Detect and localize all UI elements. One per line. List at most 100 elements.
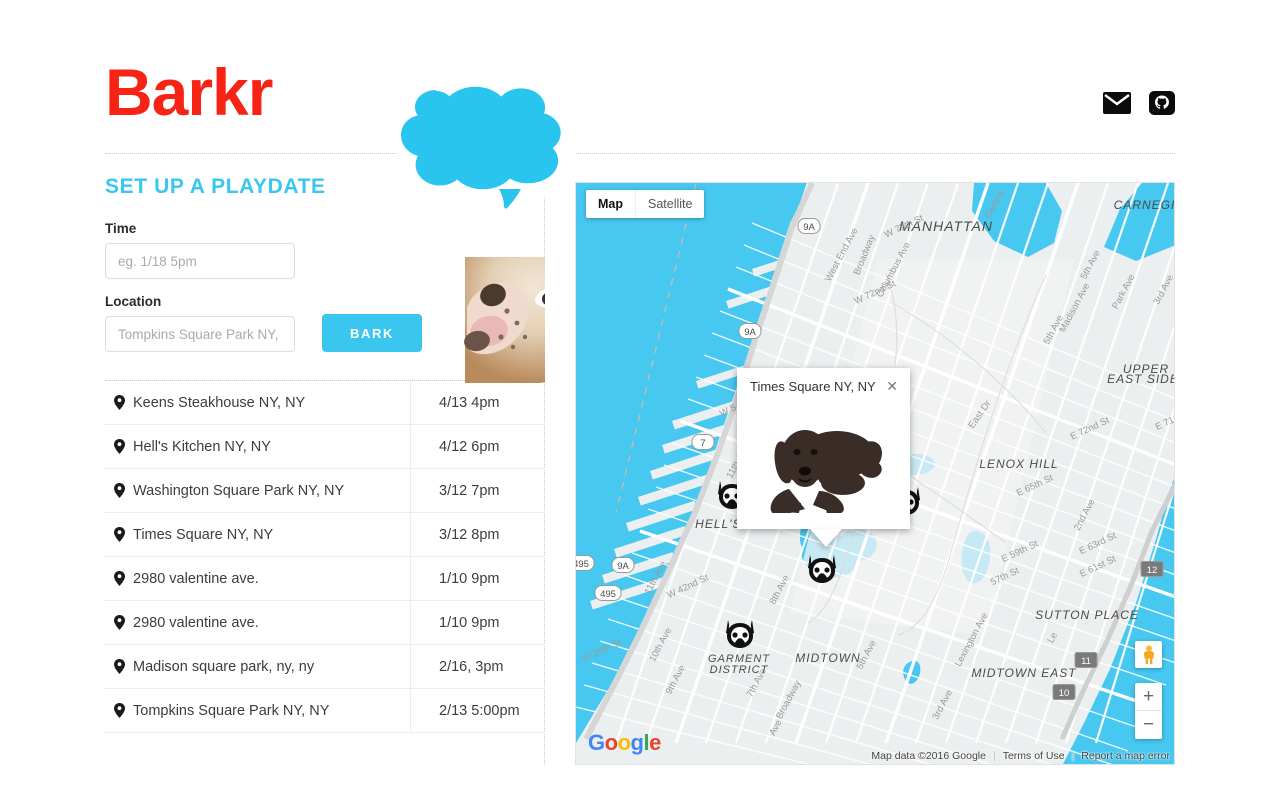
info-window-body [737,399,910,529]
dog-marker-icon[interactable] [722,616,758,657]
playdate-location: Washington Square Park NY, NY [133,482,345,499]
map-info-window[interactable]: Times Square NY, NY ✕ [737,368,910,547]
map-pin-icon [105,615,133,630]
playdate-time: 3/12 7pm [410,469,545,512]
map-label: 5th Ave [1079,248,1104,281]
map-type-map-button[interactable]: Map [586,190,635,218]
attr-sep-2: | [1071,750,1075,762]
route-shield: 9A [797,218,821,234]
map-label: W 5 [718,402,738,419]
email-icon[interactable] [1103,92,1131,114]
map-pin-icon [105,703,133,718]
time-label: Time [105,221,137,236]
playdate-location: Tompkins Square Park NY, NY [133,702,330,719]
playdate-location: 2980 valentine ave. [133,570,259,587]
bark-button[interactable]: BARK [322,314,422,352]
svg-text:9A: 9A [617,561,629,572]
map-label: W 34th St [581,637,624,665]
zoom-in-button[interactable]: + [1135,683,1162,711]
map-label: Park Ave [1110,273,1137,312]
playdate-time: 1/10 9pm [410,557,545,600]
map-label: MIDTOWN [795,651,860,665]
playdate-time: 4/13 4pm [410,381,545,424]
table-row[interactable]: 2980 valentine ave. 1/10 9pm [105,601,545,645]
report-map-error-link[interactable]: Report a map error [1081,750,1170,762]
route-shield: 12 [1140,561,1164,577]
bulldog-photo [455,255,545,385]
close-icon[interactable]: ✕ [882,378,902,395]
map-label: E 59th St [1000,538,1040,565]
playdate-list: Keens Steakhouse NY, NY 4/13 4pm Hell's Ki… [105,380,545,733]
svg-text:9A: 9A [803,222,815,233]
route-shield: 495 [594,585,622,601]
location-label: Location [105,294,162,309]
table-row[interactable]: 2980 valentine ave. 1/10 9pm [105,557,545,601]
attr-sep-1: | [992,750,996,762]
header-divider [105,153,1175,154]
route-shield: 9A [738,323,762,339]
map-canvas[interactable]: MANHATTANCARNEGIEUPPEREAST SIDELENOX HIL… [575,182,1175,765]
map-type-control[interactable]: Map Satellite [586,190,705,218]
svg-text:10: 10 [1059,688,1070,699]
table-row[interactable]: Tompkins Square Park NY, NY 2/13 5:00pm [105,689,545,733]
map-pin-icon [105,527,133,542]
table-row[interactable]: Hell's Kitchen NY, NY 4/12 6pm [105,425,545,469]
table-row[interactable]: Madison square park, ny, ny 2/16, 3pm [105,645,545,689]
playdate-time: 3/12 8pm [410,513,545,556]
map-label: Columbus Ave [875,240,913,299]
map-label: LENOX HILL [979,457,1058,471]
route-shield: 495 [576,555,595,571]
map-label: Lexington Ave [953,611,991,669]
map-label: MIDTOWN EAST [971,666,1077,680]
map-label: SUTTON PLACE [1035,608,1139,622]
playdate-location: Keens Steakhouse NY, NY [133,394,306,411]
zoom-out-button[interactable]: − [1135,711,1162,739]
location-input[interactable] [105,316,295,352]
svg-text:9A: 9A [744,327,756,338]
playdate-time: 4/12 6pm [410,425,545,468]
table-row[interactable]: Times Square NY, NY 3/12 8pm [105,513,545,557]
time-input[interactable] [105,243,295,279]
table-row[interactable]: Washington Square Park NY, NY 3/12 7pm [105,469,545,513]
street-view-pegman-icon[interactable] [1135,641,1162,668]
map-pin-icon [105,439,133,454]
table-row[interactable]: Keens Steakhouse NY, NY 4/13 4pm [105,381,545,425]
site-logo[interactable]: Barkr [105,50,273,134]
route-shield: 11 [1074,652,1098,668]
page-root: Barkr SET UP A PLAYDATE Time eg. 1/18 5p… [0,0,1280,800]
info-window-title: Times Square NY, NY [750,379,876,394]
info-window-header: Times Square NY, NY ✕ [737,368,910,399]
map-label: Broadway [774,678,804,721]
map-label: CARNEGIE [1114,198,1175,212]
zoom-control[interactable]: + − [1135,683,1162,739]
dog-photo [770,430,882,513]
dog-marker-icon[interactable] [804,551,840,592]
page-title: SET UP A PLAYDATE [105,175,326,198]
map-label: EAST SIDE [1107,372,1175,386]
map-label: Le [1045,631,1060,646]
svg-text:495: 495 [576,559,589,570]
map-label: 8th Ave [768,573,793,606]
map-data-text: Map data ©2016 Google [871,750,986,762]
map-label: W 42nd St [666,572,711,601]
map-label: E 61st St [1078,553,1118,579]
map-label: 3rd Ave [930,688,955,721]
playdate-time: 1/10 9pm [410,601,545,644]
map-pin-icon [105,483,133,498]
map-pin-icon [105,395,133,410]
map-label: Central [983,189,1007,221]
github-icon[interactable] [1149,90,1175,116]
map-type-satellite-button[interactable]: Satellite [635,190,704,218]
map-label: East Dr [966,398,993,430]
playdate-time: 2/16, 3pm [410,645,545,688]
map-label: E 71 [1154,415,1175,433]
terms-of-use-link[interactable]: Terms of Use [1003,750,1065,762]
map-label: Madison Ave [1057,281,1092,334]
route-shield: 10 [1052,684,1076,700]
map-label: 57th St [989,565,1021,588]
map-pin-icon [105,659,133,674]
playdate-time: 2/13 5:00pm [410,689,545,732]
map-label: 10th Ave [647,626,674,664]
playdate-location: Madison square park, ny, ny [133,658,315,675]
map-attribution: Map data ©2016 Google | Terms of Use | R… [871,750,1170,762]
